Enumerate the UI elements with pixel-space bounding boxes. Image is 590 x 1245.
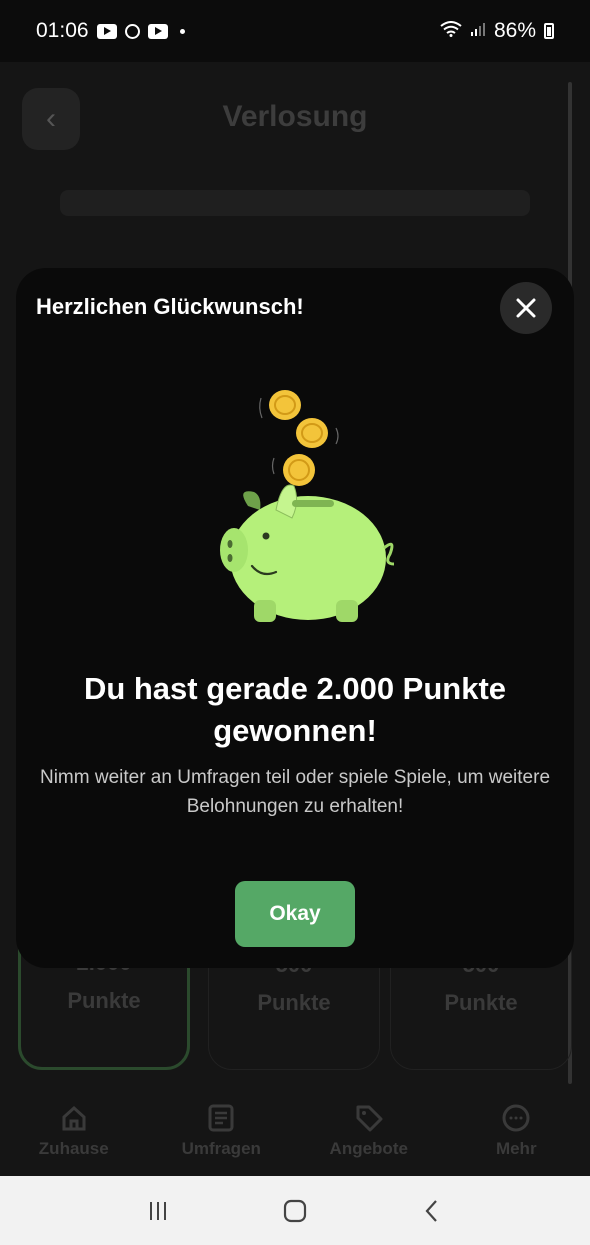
reward-description: Nimm weiter an Umfragen teil oder spiele… bbox=[39, 767, 551, 817]
bottom-navigation: Zuhause Umfragen Angebote Mehr bbox=[0, 1086, 590, 1176]
nav-item-zuhause[interactable]: Zuhause bbox=[14, 1103, 134, 1159]
prize-unit: Punkte bbox=[67, 987, 141, 1013]
wifi-icon bbox=[440, 20, 462, 42]
coin-icon bbox=[283, 454, 315, 486]
back-icon[interactable] bbox=[417, 1196, 447, 1226]
status-time: 01:06 bbox=[36, 19, 89, 42]
battery-percent: 86% bbox=[493, 19, 536, 42]
youtube-notification-icon bbox=[147, 23, 168, 39]
battery-icon bbox=[544, 23, 554, 39]
okay-button[interactable]: Okay bbox=[235, 881, 355, 947]
youtube-notification-icon bbox=[96, 23, 117, 39]
prize-unit: Punkte bbox=[257, 989, 331, 1015]
survey-icon bbox=[208, 1104, 234, 1132]
more-notifications-dot-icon bbox=[179, 28, 185, 34]
system-navigation-bar bbox=[0, 1176, 590, 1245]
close-button[interactable] bbox=[500, 282, 552, 334]
nav-label: Mehr bbox=[495, 1139, 537, 1158]
reward-headline: Du hast gerade 2.000 Punkte gewonnen! bbox=[83, 671, 507, 748]
close-icon bbox=[516, 298, 536, 318]
home-icon bbox=[62, 1105, 86, 1131]
notification-icon bbox=[124, 23, 140, 39]
tag-icon bbox=[356, 1105, 383, 1132]
nav-item-umfragen[interactable]: Umfragen bbox=[161, 1103, 281, 1159]
reward-dialog: Herzlichen Glückwunsch! Du hast gerade 2… bbox=[16, 268, 574, 968]
nav-label: Umfragen bbox=[181, 1139, 261, 1158]
nav-label: Angebote bbox=[329, 1139, 408, 1158]
prize-unit: Punkte bbox=[444, 989, 518, 1015]
page-subtitle-placeholder bbox=[60, 190, 530, 216]
more-icon bbox=[502, 1104, 530, 1132]
dialog-title: Herzlichen Glückwunsch! bbox=[36, 294, 304, 319]
nav-label: Zuhause bbox=[38, 1139, 109, 1158]
recent-apps-icon[interactable] bbox=[143, 1196, 173, 1226]
piggy-bank-illustration bbox=[196, 378, 396, 638]
page-title: Verlosung bbox=[222, 100, 368, 133]
home-button-icon[interactable] bbox=[280, 1196, 310, 1226]
nav-item-mehr[interactable]: Mehr bbox=[456, 1103, 576, 1159]
status-bar: 01:06 86% bbox=[0, 0, 590, 62]
signal-icon bbox=[470, 19, 486, 43]
coin-icon bbox=[269, 390, 301, 420]
nav-item-angebote[interactable]: Angebote bbox=[309, 1103, 429, 1159]
coin-icon bbox=[296, 418, 328, 448]
